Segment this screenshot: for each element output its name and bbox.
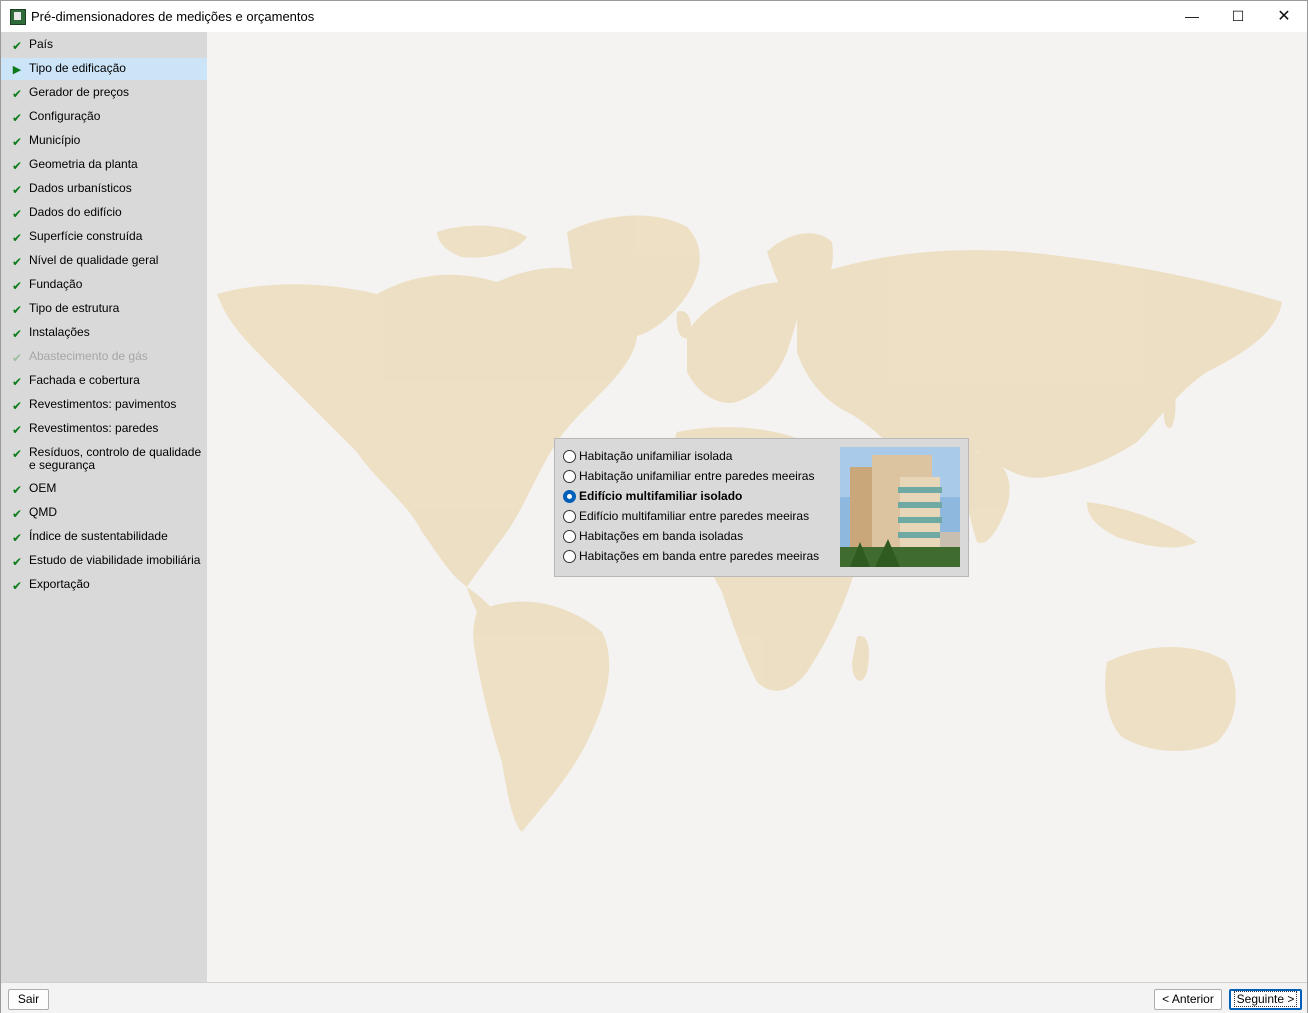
checkmark-icon: ✔ (11, 207, 23, 221)
sidebar-step-label: Abastecimento de gás (29, 349, 148, 363)
checkmark-icon: ✔ (11, 375, 23, 389)
sidebar-step-label: Tipo de edificação (29, 61, 126, 75)
checkmark-icon: ✔ (11, 231, 23, 245)
sidebar-step-1[interactable]: ▶ Tipo de edificação (1, 58, 207, 80)
sidebar-step-label: Estudo de viabilidade imobiliária (29, 553, 201, 567)
checkmark-icon: ✔ (11, 327, 23, 341)
sidebar-step-0[interactable]: ✔ País (1, 34, 207, 56)
sidebar-step-20[interactable]: ✔ Índice de sustentabilidade (1, 526, 207, 548)
sidebar-step-10[interactable]: ✔ Fundação (1, 274, 207, 296)
sidebar-step-label: Configuração (29, 109, 101, 123)
sidebar-step-15[interactable]: ✔ Revestimentos: pavimentos (1, 394, 207, 416)
building-photo (840, 447, 960, 567)
building-type-label: Edifício multifamiliar entre paredes mee… (579, 509, 810, 523)
sidebar-step-label: Dados urbanísticos (29, 181, 132, 195)
sidebar-step-label: Município (29, 133, 81, 147)
checkmark-icon: ✔ (11, 303, 23, 317)
minimize-button[interactable]: — (1169, 1, 1215, 32)
sidebar-step-label: Superfície construída (29, 229, 143, 243)
radio-button[interactable] (563, 490, 576, 503)
sidebar-step-8[interactable]: ✔ Superfície construída (1, 226, 207, 248)
building-type-label: Habitação unifamiliar isolada (579, 449, 733, 463)
sidebar-step-16[interactable]: ✔ Revestimentos: paredes (1, 418, 207, 440)
sidebar-step-label: Fundação (29, 277, 83, 291)
sidebar-step-label: País (29, 37, 54, 51)
building-type-panel: Habitação unifamiliar isolada Habitação u… (554, 438, 969, 577)
sidebar-step-label: OEM (29, 481, 57, 495)
checkmark-icon: ✔ (11, 351, 23, 365)
sidebar-step-5[interactable]: ✔ Geometria da planta (1, 154, 207, 176)
checkmark-icon: ✔ (11, 579, 23, 593)
sidebar-step-11[interactable]: ✔ Tipo de estrutura (1, 298, 207, 320)
wizard-steps-sidebar: ✔ País ▶ Tipo de edificação ✔ Gerador de preç… (1, 32, 207, 982)
sidebar-step-22[interactable]: ✔ Exportação (1, 574, 207, 596)
sidebar-step-label: Gerador de preços (29, 85, 130, 99)
sidebar-step-label: Nível de qualidade geral (29, 253, 159, 267)
checkmark-icon: ✔ (11, 39, 23, 53)
sidebar-step-14[interactable]: ✔ Fachada e cobertura (1, 370, 207, 392)
checkmark-icon: ✔ (11, 423, 23, 437)
sidebar-step-label: Tipo de estrutura (29, 301, 120, 315)
sidebar-step-label: Revestimentos: paredes (29, 421, 159, 435)
checkmark-icon: ✔ (11, 507, 23, 521)
current-step-arrow-icon: ▶ (12, 64, 22, 76)
building-type-label: Habitações em banda isoladas (579, 529, 744, 543)
building-type-label: Edifício multifamiliar isolado (579, 489, 743, 503)
checkmark-icon: ✔ (11, 531, 23, 545)
checkmark-icon: ✔ (11, 279, 23, 293)
radio-button[interactable] (563, 550, 576, 563)
close-button[interactable]: ✕ (1261, 1, 1307, 32)
checkmark-icon: ✔ (11, 111, 23, 125)
checkmark-icon: ✔ (11, 183, 23, 197)
sidebar-step-label: Exportação (29, 577, 90, 591)
radio-button[interactable] (563, 510, 576, 523)
sidebar-step-label: Dados do edifício (29, 205, 122, 219)
sidebar-step-7[interactable]: ✔ Dados do edifício (1, 202, 207, 224)
next-button[interactable]: Seguinte > (1229, 989, 1302, 1010)
app-icon (10, 9, 26, 25)
sidebar-step-19[interactable]: ✔ QMD (1, 502, 207, 524)
sidebar-step-label: Instalações (29, 325, 90, 339)
checkmark-icon: ✔ (11, 555, 23, 569)
sidebar-step-12[interactable]: ✔ Instalações (1, 322, 207, 344)
sidebar-step-label: Geometria da planta (29, 157, 138, 171)
sidebar-step-2[interactable]: ✔ Gerador de preços (1, 82, 207, 104)
sidebar-step-9[interactable]: ✔ Nível de qualidade geral (1, 250, 207, 272)
sidebar-step-label: Revestimentos: pavimentos (29, 397, 177, 411)
sidebar-step-label: Índice de sustentabilidade (29, 529, 168, 543)
checkmark-icon: ✔ (11, 483, 23, 497)
app-window: Pré-dimensionadores de medições e orçame… (0, 0, 1308, 1013)
checkmark-icon: ✔ (11, 135, 23, 149)
building-type-label: Habitação unifamiliar entre paredes meei… (579, 469, 815, 483)
exit-button[interactable]: Sair (8, 989, 49, 1010)
building-type-label: Habitações em banda entre paredes meeira… (579, 549, 820, 563)
checkmark-icon: ✔ (11, 159, 23, 173)
sidebar-step-label: Fachada e cobertura (29, 373, 140, 387)
sidebar-step-18[interactable]: ✔ OEM (1, 478, 207, 500)
next-button-label: Seguinte > (1233, 991, 1298, 1007)
wizard-footer: Sair < Anterior Seguinte > (1, 982, 1307, 1013)
checkmark-icon: ✔ (11, 255, 23, 269)
title-bar: Pré-dimensionadores de medições e orçame… (1, 1, 1307, 32)
checkmark-icon: ✔ (11, 399, 23, 413)
sidebar-step-17[interactable]: ✔ Resíduos, controlo de qualidade e segur… (1, 442, 207, 474)
sidebar-step-label: Resíduos, controlo de qualidade e segura… (29, 445, 202, 472)
radio-button[interactable] (563, 530, 576, 543)
sidebar-step-label: QMD (29, 505, 57, 519)
maximize-button[interactable]: ☐ (1215, 1, 1261, 32)
previous-button[interactable]: < Anterior (1154, 989, 1222, 1010)
checkmark-icon: ✔ (11, 447, 23, 461)
sidebar-step-6[interactable]: ✔ Dados urbanísticos (1, 178, 207, 200)
sidebar-step-4[interactable]: ✔ Município (1, 130, 207, 152)
radio-button[interactable] (563, 470, 576, 483)
checkmark-icon: ✔ (11, 87, 23, 101)
sidebar-step-13: ✔ Abastecimento de gás (1, 346, 207, 368)
sidebar-step-3[interactable]: ✔ Configuração (1, 106, 207, 128)
radio-button[interactable] (563, 450, 576, 463)
window-title: Pré-dimensionadores de medições e orçame… (31, 9, 315, 24)
